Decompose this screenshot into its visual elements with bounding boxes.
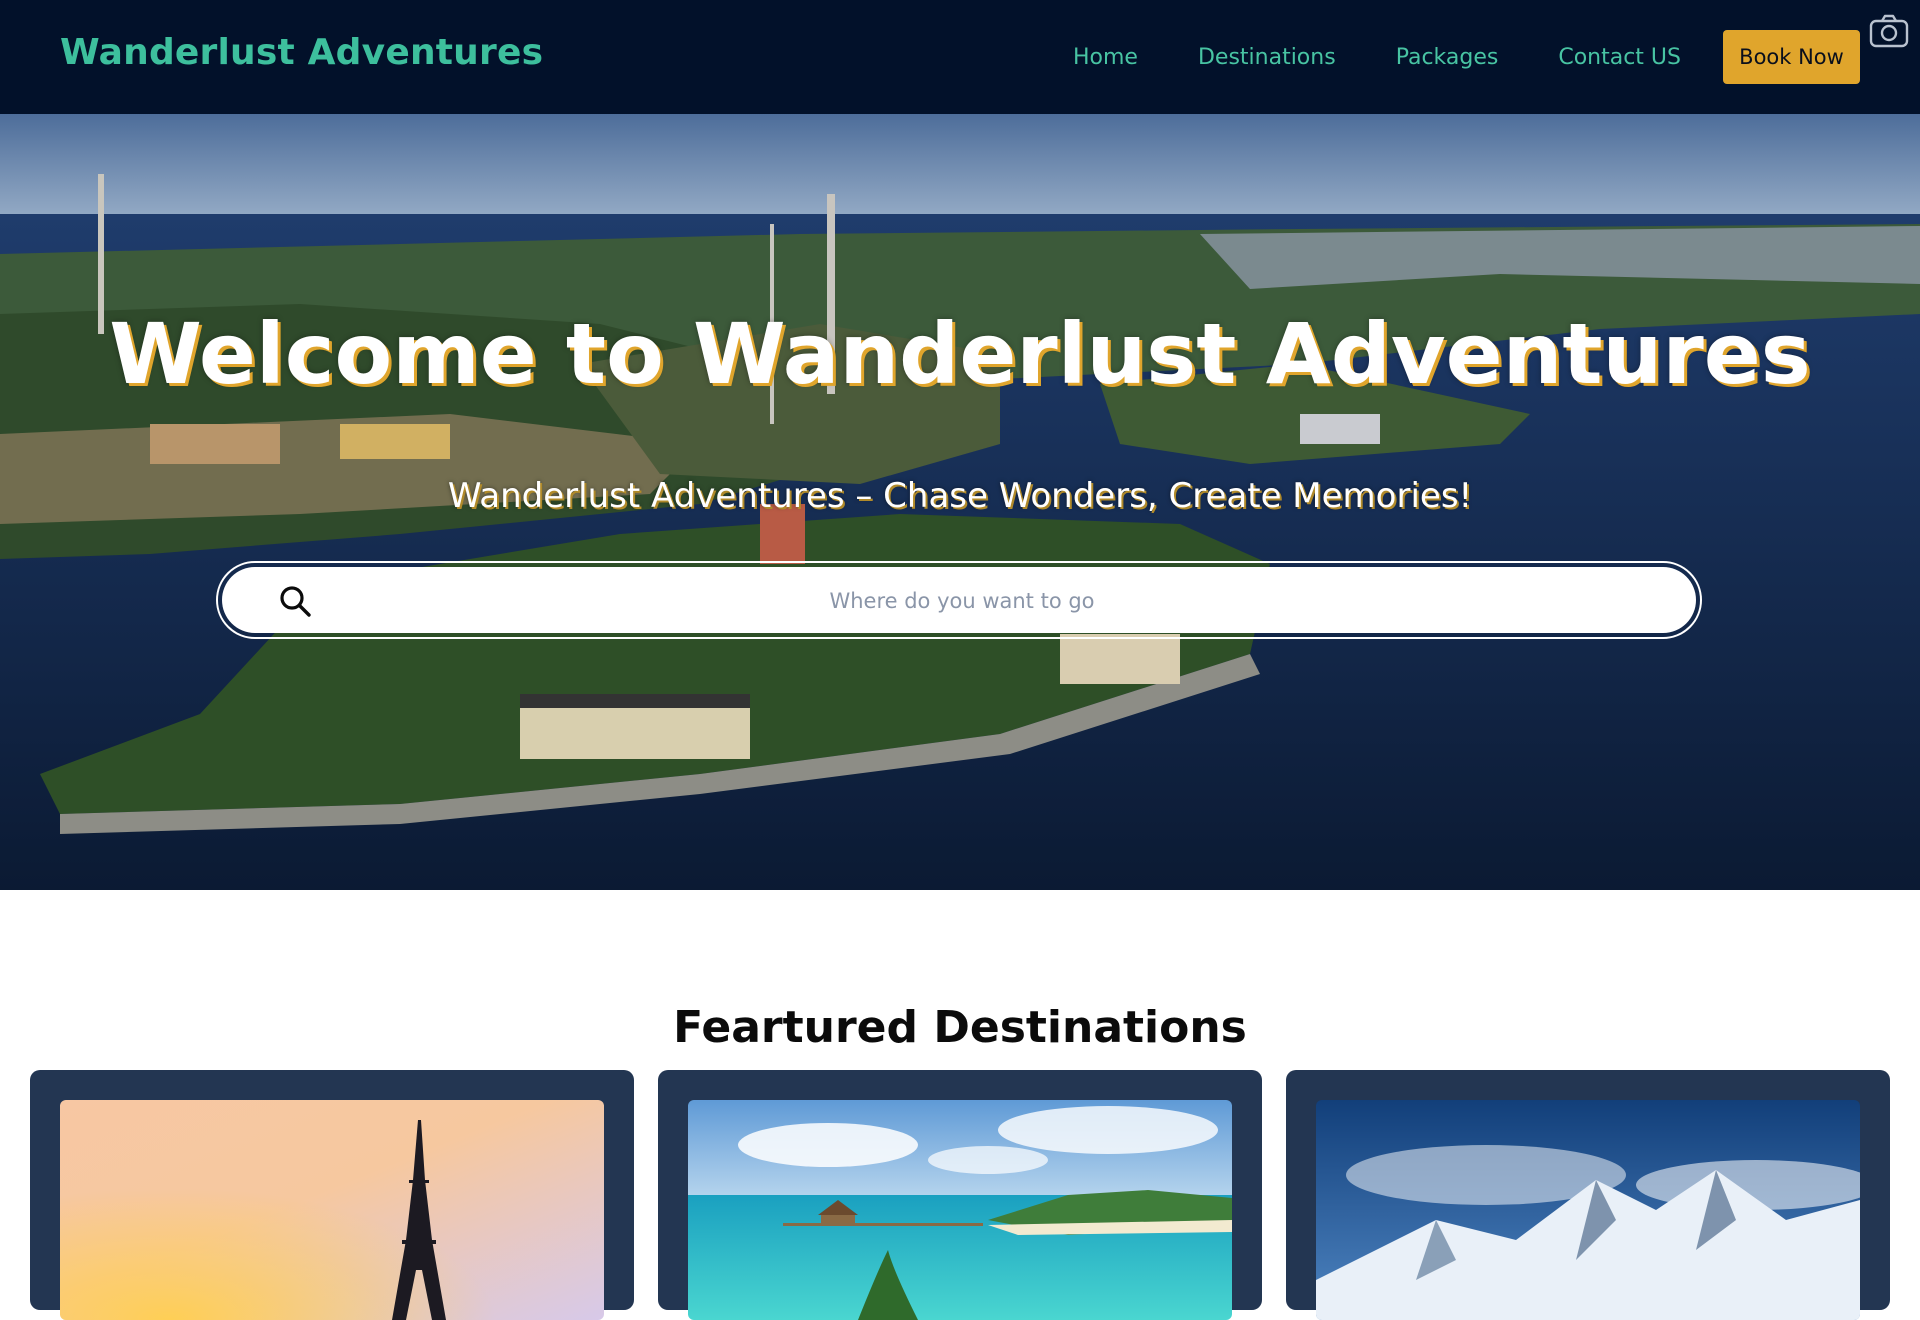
nav-links: Home Destinations Packages Contact US: [1073, 0, 1741, 114]
nav-link-destinations[interactable]: Destinations: [1198, 45, 1336, 70]
book-now-button[interactable]: Book Now: [1723, 30, 1860, 84]
hero-title: Welcome to Wanderlust Adventures: [109, 305, 1811, 404]
nav-link-home[interactable]: Home: [1073, 45, 1138, 70]
destination-card-maldives[interactable]: [658, 1070, 1262, 1320]
search-input[interactable]: [320, 572, 1604, 630]
destination-image-mountains: [1316, 1100, 1860, 1320]
destination-card-paris[interactable]: [30, 1070, 634, 1320]
search-icon[interactable]: [278, 584, 312, 618]
navbar: Wanderlust Adventures Home Destinations …: [0, 0, 1920, 114]
hero-section: Welcome to Wanderlust Adventures Wanderl…: [0, 114, 1920, 890]
destination-card-mountains[interactable]: [1286, 1070, 1890, 1320]
destination-image-paris: [60, 1100, 604, 1320]
camera-icon[interactable]: [1868, 12, 1910, 50]
nav-link-packages[interactable]: Packages: [1396, 45, 1499, 70]
hero-subtitle: Wanderlust Adventures – Chase Wonders, C…: [447, 476, 1473, 516]
featured-section-title: Feartured Destinations: [673, 1001, 1247, 1053]
destination-image-maldives: [688, 1100, 1232, 1320]
nav-link-contact[interactable]: Contact US: [1558, 45, 1681, 70]
brand-logo[interactable]: Wanderlust Adventures: [60, 32, 543, 73]
